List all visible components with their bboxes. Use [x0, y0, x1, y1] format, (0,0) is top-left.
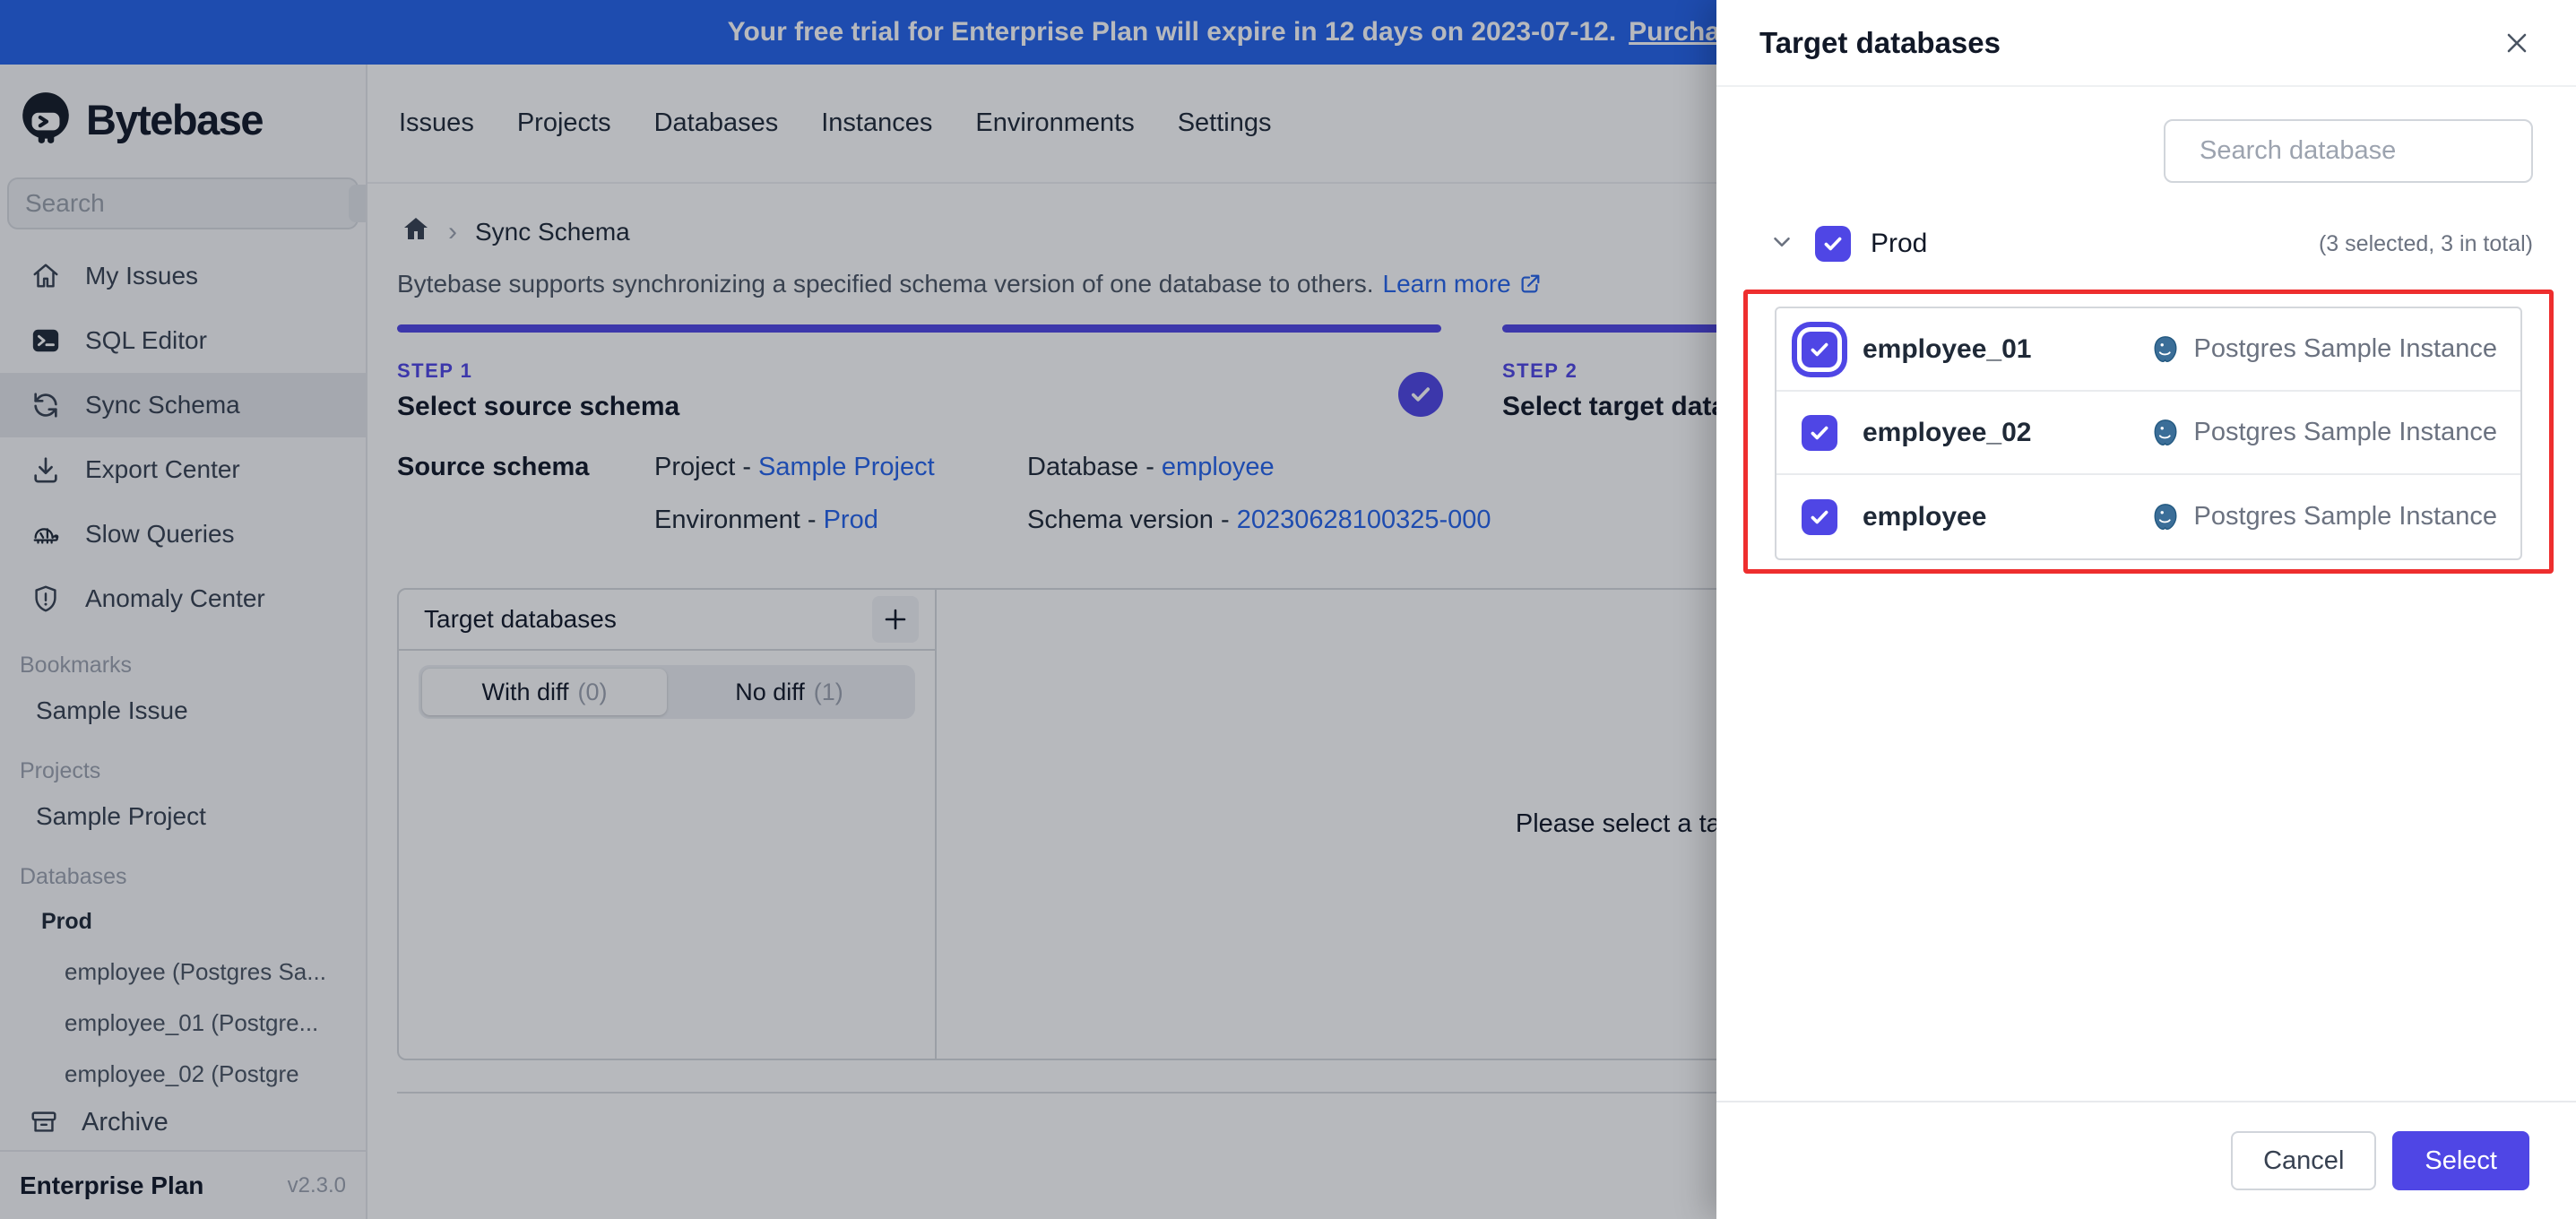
drawer-search-row — [1716, 87, 2576, 183]
check-icon — [1811, 426, 1828, 439]
database-row-employee-01[interactable]: employee_01 Postgres Sample Instance — [1776, 308, 2520, 392]
check-icon — [1811, 342, 1828, 356]
database-instance: Postgres Sample Instance — [2150, 334, 2497, 365]
app-screen: Your free trial for Enterprise Plan will… — [0, 0, 2576, 1219]
postgres-icon — [2155, 503, 2177, 530]
postgres-icon — [2155, 335, 2177, 362]
check-icon — [1824, 237, 1842, 251]
drawer-footer: Cancel Select — [1716, 1101, 2576, 1219]
prod-group-checkbox[interactable] — [1815, 226, 1851, 262]
target-databases-drawer: Target databases Prod (3 selected, 3 in … — [1716, 0, 2576, 1219]
annotation-highlight-box: employee_01 Postgres Sample Instance emp… — [1743, 290, 2554, 574]
database-name: employee_02 — [1863, 417, 2032, 447]
environment-group-label: Prod — [1871, 229, 1928, 258]
chevron-down-icon[interactable] — [1768, 229, 1795, 260]
employee-01-checkbox[interactable] — [1802, 331, 1837, 367]
database-row-employee-02[interactable]: employee_02 Postgres Sample Instance — [1776, 392, 2520, 475]
employee-02-checkbox[interactable] — [1802, 414, 1837, 451]
database-search-input[interactable] — [2200, 136, 2537, 166]
database-name: employee — [1863, 501, 1987, 532]
database-instance: Postgres Sample Instance — [2150, 418, 2497, 448]
postgres-icon — [2155, 419, 2177, 445]
cancel-button[interactable]: Cancel — [2231, 1131, 2377, 1190]
environment-group-row: Prod (3 selected, 3 in total) — [1716, 183, 2576, 262]
selection-summary: (3 selected, 3 in total) — [2318, 230, 2533, 256]
database-name: employee_01 — [1863, 333, 2032, 364]
database-search[interactable] — [2164, 119, 2537, 183]
select-button[interactable]: Select — [2392, 1131, 2529, 1190]
drawer-header: Target databases — [1716, 0, 2576, 87]
employee-checkbox[interactable] — [1802, 498, 1837, 535]
database-list: employee_01 Postgres Sample Instance emp… — [1775, 307, 2522, 560]
drawer-title: Target databases — [1759, 25, 2001, 59]
close-icon[interactable] — [2497, 23, 2537, 63]
database-instance: Postgres Sample Instance — [2150, 502, 2497, 532]
database-row-employee[interactable]: employee Postgres Sample Instance — [1776, 475, 2520, 558]
check-icon — [1811, 510, 1828, 523]
